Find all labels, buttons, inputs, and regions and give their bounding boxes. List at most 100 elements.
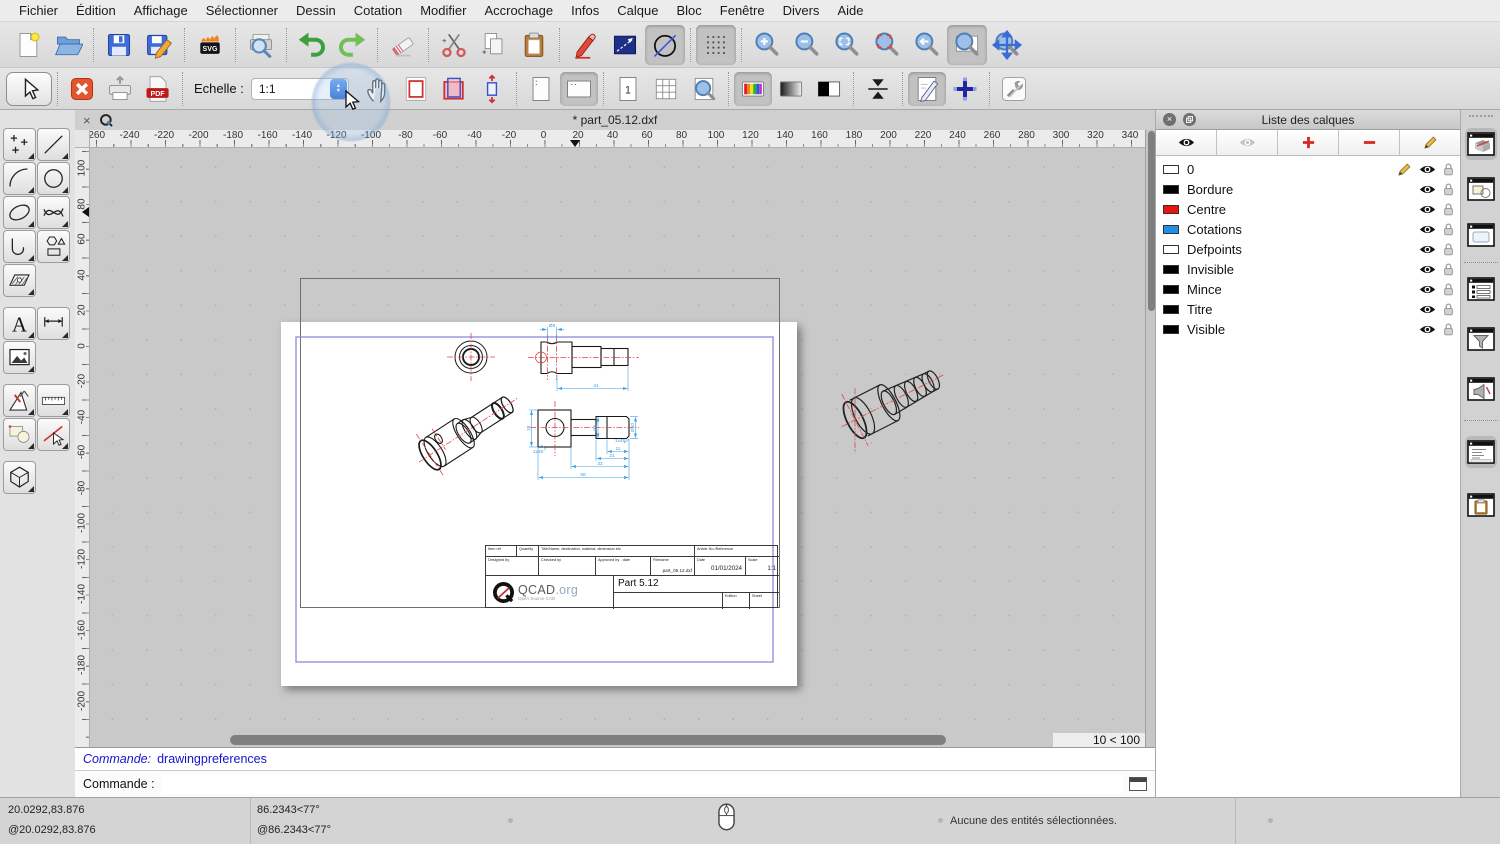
- page-portrait-button[interactable]: [522, 72, 560, 106]
- menu-affichage[interactable]: Affichage: [125, 3, 197, 18]
- horizontal-scrollbar[interactable]: 10 < 100: [90, 733, 1145, 747]
- layer-lock-icon[interactable]: [1443, 262, 1454, 276]
- page-grid-button[interactable]: [647, 72, 685, 106]
- filter-panel-icon[interactable]: [1465, 323, 1497, 355]
- layer-edit-button[interactable]: [1400, 130, 1460, 155]
- layer-color-swatch[interactable]: [1163, 204, 1179, 214]
- horizontal-scrollbar-thumb[interactable]: [230, 735, 946, 745]
- paste-button[interactable]: [514, 25, 554, 65]
- line-tools-button[interactable]: [37, 128, 70, 161]
- layer-show-all-button[interactable]: [1156, 130, 1217, 155]
- layer-remove-button[interactable]: [1339, 130, 1400, 155]
- dimension-tools-button[interactable]: [37, 307, 70, 340]
- layer-color-swatch[interactable]: [1163, 224, 1179, 234]
- layer-row-visible[interactable]: Visible: [1156, 319, 1460, 339]
- reset-cancel-button[interactable]: [63, 72, 101, 106]
- save-button[interactable]: [99, 25, 139, 65]
- layer-lock-icon[interactable]: [1443, 222, 1454, 236]
- layer-panel-detach-icon[interactable]: [1183, 113, 1196, 126]
- selection-line-button[interactable]: [605, 25, 645, 65]
- redo-button[interactable]: [332, 25, 372, 65]
- tool-matrix-button[interactable]: [696, 24, 736, 65]
- layer-visibility-eye-icon[interactable]: [1419, 224, 1436, 235]
- vertical-scrollbar-thumb[interactable]: [1147, 131, 1155, 311]
- layer-color-swatch[interactable]: [1163, 264, 1179, 274]
- layer-row-cotations[interactable]: Cotations: [1156, 219, 1460, 239]
- grayscale-mode-button[interactable]: [772, 72, 810, 106]
- eraser-button[interactable]: [383, 25, 423, 65]
- point-tools-button[interactable]: [3, 128, 36, 161]
- measure-tools-button[interactable]: [37, 384, 70, 417]
- drawing-canvas[interactable]: Ø8 41 18 Ø8 Ø10 1x45° 1x45° 11 21 32 58 …: [90, 148, 1145, 747]
- layer-row-invisible[interactable]: Invisible: [1156, 259, 1460, 279]
- drafting-tools-button[interactable]: [3, 384, 36, 417]
- layer-visibility-eye-icon[interactable]: [1419, 164, 1436, 175]
- layer-lock-icon[interactable]: [1443, 322, 1454, 336]
- layer-visibility-eye-icon[interactable]: [1419, 264, 1436, 275]
- open-file-button[interactable]: [48, 25, 88, 65]
- print-button[interactable]: [101, 72, 139, 106]
- layer-lock-icon[interactable]: [1443, 182, 1454, 196]
- auto-collapse-button[interactable]: [859, 72, 897, 106]
- layer-visibility-eye-icon[interactable]: [1419, 204, 1436, 215]
- copy-button[interactable]: [474, 25, 514, 65]
- zoom-selection-button[interactable]: [867, 25, 907, 65]
- menu-dition[interactable]: Édition: [67, 3, 125, 18]
- layer-visibility-eye-icon[interactable]: [1419, 184, 1436, 195]
- block-list-panel-icon[interactable]: [1465, 173, 1497, 205]
- menu-accrochage[interactable]: Accrochage: [475, 3, 562, 18]
- layer-row-centre[interactable]: Centre: [1156, 199, 1460, 219]
- layer-visibility-eye-icon[interactable]: [1419, 244, 1436, 255]
- zoom-in-button[interactable]: [747, 25, 787, 65]
- circle-tools-button[interactable]: [37, 162, 70, 195]
- layer-visibility-eye-icon[interactable]: [1419, 284, 1436, 295]
- zoom-auto-button[interactable]: [827, 25, 867, 65]
- block-tools-button[interactable]: [3, 418, 36, 451]
- undo-button[interactable]: [292, 25, 332, 65]
- ortho-circle-button[interactable]: [645, 24, 685, 65]
- menu-cotation[interactable]: Cotation: [345, 3, 411, 18]
- layer-lock-icon[interactable]: [1443, 282, 1454, 296]
- selection-list-panel-icon[interactable]: [1465, 273, 1497, 305]
- menu-fichier[interactable]: Fichier: [10, 3, 67, 18]
- preview-panel-icon[interactable]: [1465, 219, 1497, 251]
- viewport-arrows-button[interactable]: [473, 72, 511, 106]
- svg-export-button[interactable]: SVG: [190, 25, 230, 65]
- scale-combobox[interactable]: 1:1 ▲ ▼: [250, 77, 349, 100]
- menu-fentre[interactable]: Fenêtre: [711, 3, 774, 18]
- layer-lock-icon[interactable]: [1443, 202, 1454, 216]
- clipboard-panel-panel-icon[interactable]: [1465, 489, 1497, 521]
- drawing-preferences-button[interactable]: [907, 71, 946, 106]
- layer-hide-all-button[interactable]: [1217, 130, 1278, 155]
- layer-row-bordure[interactable]: Bordure: [1156, 179, 1460, 199]
- save-as-button[interactable]: [139, 25, 179, 65]
- page-single-button[interactable]: 1: [609, 72, 647, 106]
- page-landscape-button[interactable]: [559, 71, 598, 106]
- print-preview-button[interactable]: [241, 25, 281, 65]
- shape-tools-button[interactable]: [37, 230, 70, 263]
- modify-tools-button[interactable]: [37, 418, 70, 451]
- layer-visibility-eye-icon[interactable]: [1419, 304, 1436, 315]
- blackwhite-mode-button[interactable]: [810, 72, 848, 106]
- layer-panel-close-icon[interactable]: ×: [1163, 113, 1176, 126]
- menu-modifier[interactable]: Modifier: [411, 3, 475, 18]
- selection-pointer-button[interactable]: [6, 71, 52, 106]
- layer-row-0[interactable]: 0: [1156, 159, 1460, 179]
- menu-calque[interactable]: Calque: [608, 3, 667, 18]
- image-tool-button[interactable]: [3, 341, 36, 374]
- layer-color-swatch[interactable]: [1163, 184, 1179, 194]
- text-tool-button[interactable]: A: [3, 307, 36, 340]
- crosshair-button[interactable]: [946, 72, 984, 106]
- zoom-page-button[interactable]: [685, 72, 723, 106]
- layer-color-swatch[interactable]: [1163, 324, 1179, 334]
- command-input[interactable]: [160, 774, 1123, 794]
- layer-row-mince[interactable]: Mince: [1156, 279, 1460, 299]
- pan-hand-button[interactable]: [359, 72, 397, 106]
- color-mode-button[interactable]: [733, 71, 772, 106]
- menu-slectionner[interactable]: Sélectionner: [197, 3, 287, 18]
- edit-properties-button[interactable]: [565, 25, 605, 65]
- paper-border-button[interactable]: [397, 72, 435, 106]
- ellipse-tools-button[interactable]: [3, 196, 36, 229]
- pan-zoom-button[interactable]: [987, 25, 1027, 65]
- zoom-out-button[interactable]: [787, 25, 827, 65]
